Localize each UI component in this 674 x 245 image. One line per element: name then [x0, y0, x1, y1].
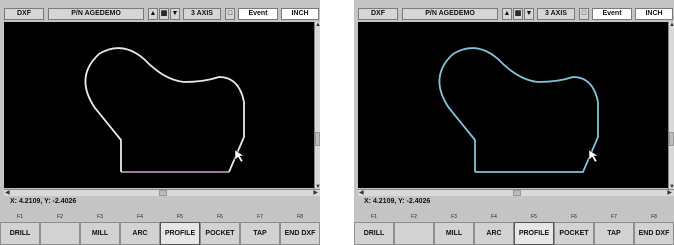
grid-icon[interactable]: ▦: [513, 8, 523, 20]
fkey-label: F8: [651, 214, 657, 220]
scroll-up-icon[interactable]: ▲: [669, 22, 674, 28]
profile-button[interactable]: PROFILE: [160, 222, 200, 245]
vertical-scroll-thumb[interactable]: [669, 132, 674, 146]
horizontal-scroll-thumb[interactable]: [159, 190, 167, 196]
profile-button[interactable]: PROFILE: [514, 222, 554, 245]
end-dxf-button[interactable]: END DXF: [280, 222, 320, 245]
coordinate-readout: X: 4.2109, Y: -2.4026: [364, 198, 431, 205]
fkey-label: F5: [531, 214, 537, 220]
scroll-up-icon[interactable]: ▲: [315, 22, 321, 28]
toolbar: DXF P/N AGEDEMO ▲ ▦ ▼ 3 AXIS □ Event INC…: [0, 8, 320, 20]
fkey-label: F5: [177, 214, 183, 220]
down-arrow-icon[interactable]: ▼: [524, 8, 534, 20]
fkey-label: F6: [217, 214, 223, 220]
drawing-canvas[interactable]: [358, 22, 670, 188]
tap-button[interactable]: TAP: [240, 222, 280, 245]
vertical-scroll-thumb[interactable]: [315, 132, 320, 146]
arc-button[interactable]: ARC: [474, 222, 514, 245]
function-key-labels: F1 F2 F3 F4 F5 F6 F7 F8: [0, 214, 320, 222]
arc-button[interactable]: ARC: [120, 222, 160, 245]
fkey-label: F1: [17, 214, 23, 220]
coordinate-readout: X: 4.2109, Y: -2.4026: [10, 198, 77, 205]
tap-button[interactable]: TAP: [594, 222, 634, 245]
up-arrow-icon[interactable]: ▲: [148, 8, 158, 20]
fkey-label: F3: [451, 214, 457, 220]
part-profile: [84, 47, 245, 173]
toolbar: DXF P/N AGEDEMO ▲ ▦ ▼ 3 AXIS □ Event INC…: [354, 8, 674, 20]
part-number: P/N AGEDEMO: [48, 8, 144, 20]
units-button[interactable]: INCH: [635, 8, 673, 20]
pocket-button[interactable]: POCKET: [200, 222, 240, 245]
units-button[interactable]: INCH: [281, 8, 319, 20]
scroll-right-icon[interactable]: ▶: [667, 190, 672, 196]
blank-button[interactable]: [394, 222, 434, 245]
small-box-icon[interactable]: □: [579, 8, 589, 20]
part-profile: [438, 47, 599, 173]
mode-label: DXF: [4, 8, 44, 20]
fkey-label: F1: [371, 214, 377, 220]
event-button[interactable]: Event: [238, 8, 278, 20]
fkey-label: F7: [611, 214, 617, 220]
end-dxf-button[interactable]: END DXF: [634, 222, 674, 245]
mouse-cursor-icon: [234, 149, 245, 163]
small-box-icon[interactable]: □: [225, 8, 235, 20]
fkey-label: F4: [137, 214, 143, 220]
mill-button[interactable]: MILL: [80, 222, 120, 245]
vertical-scrollbar[interactable]: ▲ ▼: [314, 22, 321, 190]
blank-button[interactable]: [40, 222, 80, 245]
drill-button[interactable]: DRILL: [354, 222, 394, 245]
fkey-label: F3: [97, 214, 103, 220]
grid-icon[interactable]: ▦: [159, 8, 169, 20]
right-panel: DXF P/N AGEDEMO ▲ ▦ ▼ 3 AXIS □ Event INC…: [354, 0, 674, 245]
down-arrow-icon[interactable]: ▼: [170, 8, 180, 20]
fkey-label: F2: [57, 214, 63, 220]
fkey-label: F2: [411, 214, 417, 220]
mouse-cursor-icon: [588, 149, 599, 163]
drill-button[interactable]: DRILL: [0, 222, 40, 245]
mill-button[interactable]: MILL: [434, 222, 474, 245]
scroll-left-icon[interactable]: ◀: [359, 190, 364, 196]
up-arrow-icon[interactable]: ▲: [502, 8, 512, 20]
scroll-left-icon[interactable]: ◀: [5, 190, 10, 196]
axis-label[interactable]: 3 AXIS: [537, 8, 575, 20]
horizontal-scrollbar[interactable]: ◀ ▶: [358, 189, 674, 196]
part-number: P/N AGEDEMO: [402, 8, 498, 20]
scroll-right-icon[interactable]: ▶: [313, 190, 318, 196]
vertical-scrollbar[interactable]: ▲ ▼: [668, 22, 674, 190]
fkey-label: F8: [297, 214, 303, 220]
horizontal-scrollbar[interactable]: ◀ ▶: [4, 189, 320, 196]
left-panel: DXF P/N AGEDEMO ▲ ▦ ▼ 3 AXIS □ Event INC…: [0, 0, 321, 245]
pocket-button[interactable]: POCKET: [554, 222, 594, 245]
softkey-bar: DRILL MILL ARC PROFILE POCKET TAP END DX…: [354, 222, 674, 245]
axis-label[interactable]: 3 AXIS: [183, 8, 221, 20]
mode-label: DXF: [358, 8, 398, 20]
fkey-label: F6: [571, 214, 577, 220]
softkey-bar: DRILL MILL ARC PROFILE POCKET TAP END DX…: [0, 222, 320, 245]
drawing-canvas[interactable]: [4, 22, 316, 188]
fkey-label: F4: [491, 214, 497, 220]
horizontal-scroll-thumb[interactable]: [513, 190, 521, 196]
function-key-labels: F1 F2 F3 F4 F5 F6 F7 F8: [354, 214, 674, 222]
fkey-label: F7: [257, 214, 263, 220]
event-button[interactable]: Event: [592, 8, 632, 20]
